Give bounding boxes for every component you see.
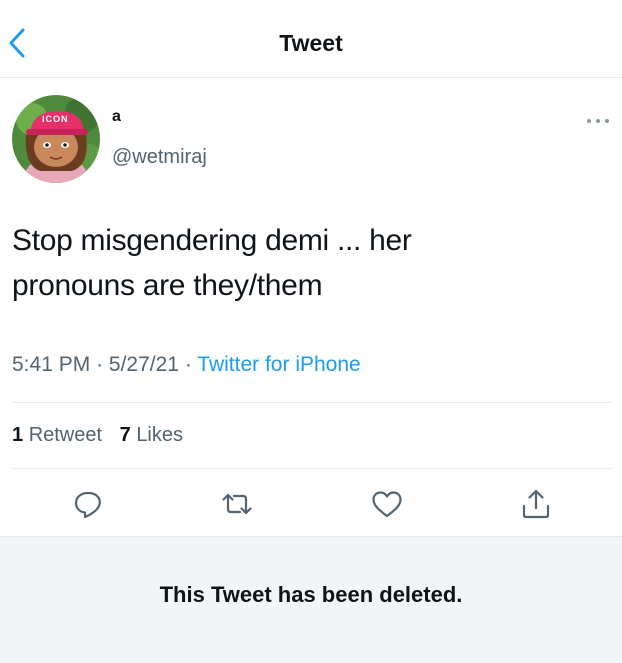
likes-count-link[interactable]: 7 Likes [120,424,183,446]
avatar-image [12,95,100,183]
like-count: 7 [119,424,131,446]
page-title: Tweet [279,30,343,56]
top-nav-bar: Tweet [0,0,622,78]
tweet-text: Stop misgendering demi ... her pronouns … [12,218,602,308]
divider [12,468,612,469]
like-icon[interactable] [369,486,405,522]
tweet-date: 5/27/21 [108,353,179,376]
divider [12,402,612,403]
deleted-tweet-banner: This Tweet has been deleted. [0,536,622,663]
retweets-count-link[interactable]: 1 Retweet [12,424,120,446]
meta-separator: · [96,353,104,376]
meta-separator: · [184,353,192,376]
action-bar [0,482,622,526]
retweet-count: 1 [12,424,24,446]
avatar-cap-text: ICON [42,114,69,124]
like-label: Likes [136,424,184,446]
tweet-time: 5:41 PM [12,353,91,376]
retweet-label: Retweet [28,424,103,446]
tweet-text-line: pronouns are they/them [12,269,323,302]
reply-icon[interactable] [70,486,106,522]
tweet-stats: 1 Retweet 7 Likes [12,424,183,447]
author-handle[interactable]: @wetmiraj [112,146,207,169]
deleted-notice-text: This Tweet has been deleted. [159,582,463,607]
share-icon[interactable] [518,486,554,522]
tweet-text-line: Stop misgendering demi ... her [12,224,412,257]
retweet-icon[interactable] [219,486,255,522]
avatar[interactable]: ICON [12,95,100,183]
more-options-icon[interactable] [583,114,613,128]
author-display-name[interactable]: a [112,108,121,126]
tweet-source-link[interactable]: Twitter for iPhone [197,353,360,376]
tweet-meta: 5:41 PM · 5/27/21 · Twitter for iPhone [12,353,361,377]
